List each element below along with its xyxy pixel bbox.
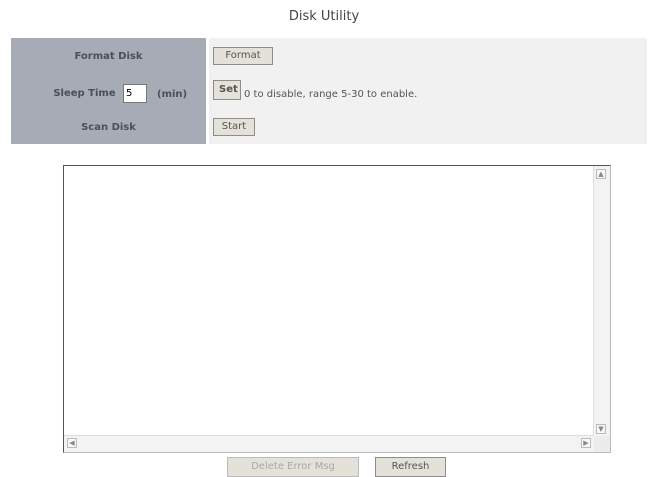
delete-error-msg-button[interactable]: Delete Error Msg [227, 457, 359, 477]
sleep-time-unit: (min) [157, 89, 188, 100]
scroll-left-icon[interactable]: ◀ [67, 438, 77, 448]
vertical-scrollbar[interactable]: ▲ ▼ [593, 166, 610, 437]
scroll-corner [594, 436, 610, 452]
horizontal-scrollbar[interactable]: ◀ ▶ [64, 435, 594, 452]
sleep-time-label: Sleep Time [53, 88, 116, 99]
refresh-button[interactable]: Refresh [375, 457, 446, 477]
scroll-up-icon[interactable]: ▲ [596, 169, 606, 179]
format-disk-label: Format Disk [74, 51, 143, 62]
settings-value-column: Format Set 0 to disable, range 5-30 to e… [209, 38, 647, 144]
scroll-right-icon[interactable]: ▶ [581, 438, 591, 448]
disk-settings-table: Format Disk Sleep Time (min) Scan Disk F… [11, 38, 647, 144]
scan-log-textarea[interactable]: ▲ ▼ ◀ ▶ [63, 165, 611, 453]
scan-disk-label: Scan Disk [81, 122, 136, 133]
page-title: Disk Utility [288, 9, 360, 24]
format-button[interactable]: Format [213, 47, 273, 65]
sleep-time-input[interactable] [123, 84, 147, 103]
settings-label-column: Format Disk Sleep Time (min) Scan Disk [11, 38, 206, 144]
sleep-hint-text: 0 to disable, range 5-30 to enable. [244, 89, 418, 100]
start-scan-button[interactable]: Start [213, 118, 255, 136]
set-sleep-button[interactable]: Set [213, 80, 241, 100]
scroll-down-icon[interactable]: ▼ [596, 424, 606, 434]
